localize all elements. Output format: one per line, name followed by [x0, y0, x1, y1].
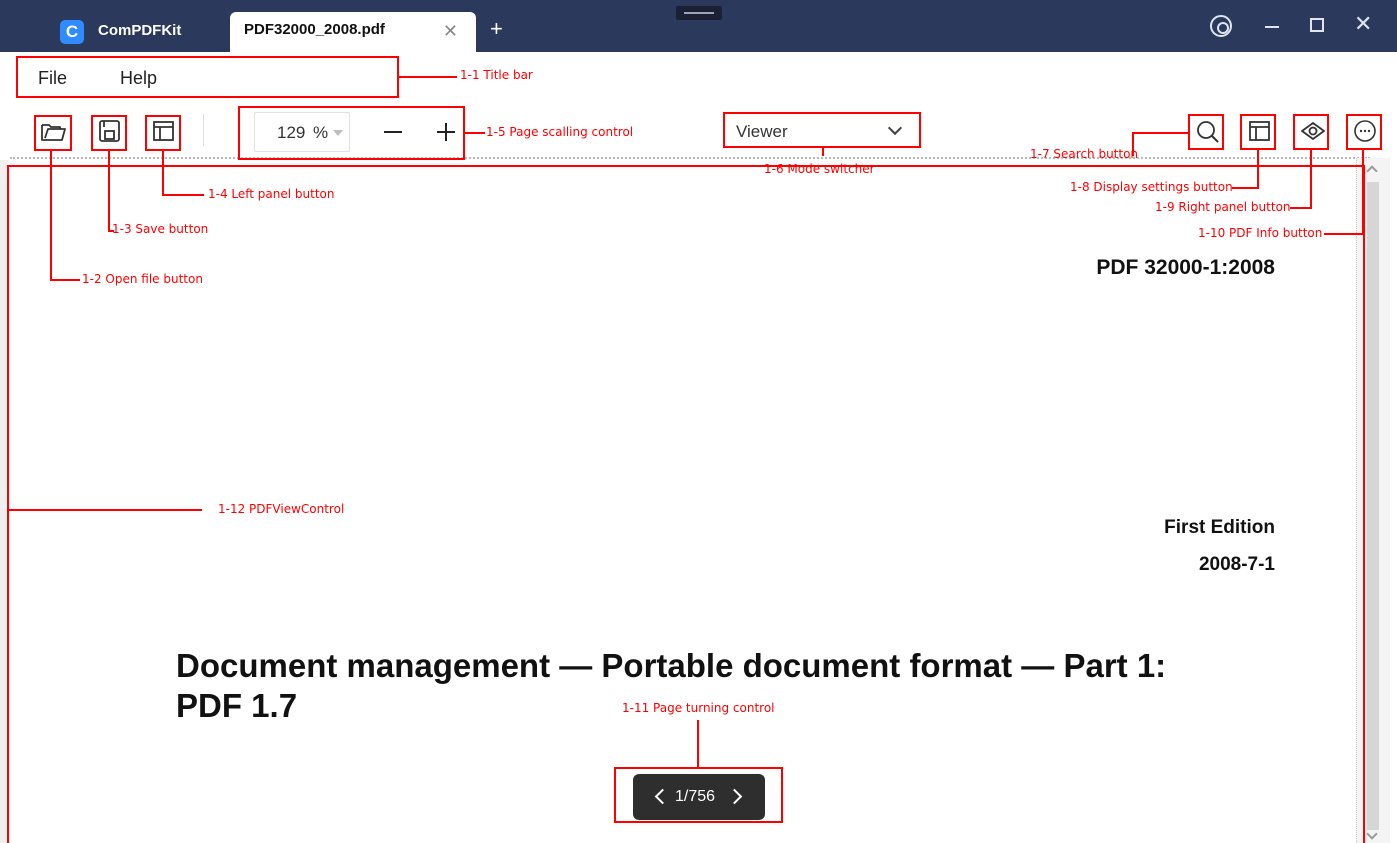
annotation-label-pdf-view-control: 1-12 PDFViewControl — [218, 502, 345, 516]
display-settings-icon[interactable] — [1244, 116, 1274, 146]
chevron-down-icon — [887, 120, 903, 136]
annotation-leader — [1132, 132, 1188, 134]
zoom-out-icon[interactable] — [384, 131, 402, 133]
maximize-icon[interactable] — [1310, 18, 1324, 32]
annotation-label-pdf-info: 1-10 PDF Info button — [1198, 226, 1323, 240]
document-edition: First Edition — [1164, 517, 1275, 538]
window-titlebar: C ComPDFKit PDF32000_2008.pdf ✕ + ✕ — [0, 0, 1397, 52]
annotation-label-display-settings: 1-8 Display settings button — [1070, 180, 1233, 194]
toolbar: 129 % Viewer — [0, 102, 1397, 158]
scroll-down-icon[interactable] — [1366, 828, 1378, 840]
zoom-select[interactable]: 129 % — [254, 112, 350, 152]
viewer-left-edge — [0, 160, 8, 843]
annotation-label-left-panel: 1-4 Left panel button — [208, 187, 335, 201]
annotation-label-search: 1-7 Search button — [1030, 147, 1139, 161]
scroll-thumb[interactable] — [1367, 182, 1379, 830]
annotation-leader — [162, 194, 204, 196]
annotation-leader — [50, 151, 52, 280]
page-turning-control: 1/756 — [633, 774, 765, 820]
tab-title: PDF32000_2008.pdf — [244, 21, 385, 38]
search-icon[interactable] — [1192, 116, 1222, 146]
annotation-label-scaling: 1-5 Page scalling control — [486, 125, 634, 139]
annotation-leader — [1310, 150, 1312, 208]
mode-switcher[interactable]: Viewer — [724, 114, 920, 150]
annotation-leader — [1290, 207, 1312, 209]
annotation-leader — [1362, 150, 1364, 234]
close-tab-icon[interactable]: ✕ — [443, 22, 458, 40]
annotation-leader — [1232, 187, 1259, 189]
more-info-icon[interactable] — [1350, 116, 1380, 146]
annotation-label-page-turning: 1-11 Page turning control — [622, 701, 775, 715]
annotation-leader — [1324, 233, 1364, 235]
annotation-label-mode-switcher: 1-6 Mode switcher — [764, 162, 875, 176]
document-tab[interactable]: PDF32000_2008.pdf ✕ — [230, 12, 476, 52]
left-panel-icon[interactable] — [148, 116, 178, 146]
toolbar-bottom-border — [10, 157, 1370, 159]
annotation-leader — [1257, 150, 1259, 188]
annotation-leader — [465, 132, 485, 134]
annotation-label-open-file: 1-2 Open file button — [82, 272, 203, 286]
menu-bar: File Help — [0, 52, 1397, 102]
vertical-scrollbar[interactable] — [1356, 158, 1390, 843]
toolbar-divider — [203, 114, 204, 146]
settings-icon[interactable] — [1210, 15, 1232, 37]
zoom-value: 129 — [277, 123, 306, 142]
app-name: ComPDFKit — [98, 22, 182, 39]
annotation-label-right-panel: 1-9 Right panel button — [1155, 200, 1291, 214]
zoom-unit: % — [313, 123, 329, 142]
annotation-leader — [50, 279, 80, 281]
annotation-leader — [399, 76, 457, 78]
document-number: PDF 32000-1:2008 — [1096, 256, 1275, 279]
drag-handle[interactable] — [676, 6, 722, 20]
next-page-icon[interactable] — [726, 788, 743, 805]
annotation-label-title-bar: 1-1 Title bar — [460, 68, 533, 82]
mode-selected: Viewer — [736, 122, 788, 141]
scroll-up-icon[interactable] — [1366, 165, 1378, 177]
previous-page-icon[interactable] — [654, 788, 671, 805]
document-title-line-1: Document management — Portable document … — [176, 647, 1167, 684]
annotation-leader — [108, 151, 110, 231]
annotation-label-save: 1-3 Save button — [112, 222, 209, 236]
close-window-icon[interactable]: ✕ — [1354, 13, 1372, 35]
menu-help[interactable]: Help — [120, 68, 157, 89]
eye-icon[interactable] — [1298, 116, 1328, 146]
dropdown-arrow-icon — [333, 130, 343, 136]
page-indicator[interactable]: 1/756 — [675, 788, 715, 806]
minimize-icon[interactable] — [1265, 26, 1279, 28]
app-logo-icon: C — [60, 20, 84, 44]
annotation-leader — [162, 151, 164, 195]
document-date: 2008-7-1 — [1198, 554, 1275, 575]
annotation-leader — [697, 720, 699, 768]
new-tab-icon[interactable]: + — [490, 18, 503, 40]
open-folder-icon[interactable] — [38, 116, 68, 146]
annotation-leader — [822, 148, 824, 156]
save-icon[interactable] — [94, 116, 124, 146]
menu-file[interactable]: File — [38, 68, 67, 89]
zoom-in-icon-stem[interactable] — [445, 123, 447, 141]
annotation-leader — [9, 509, 202, 511]
